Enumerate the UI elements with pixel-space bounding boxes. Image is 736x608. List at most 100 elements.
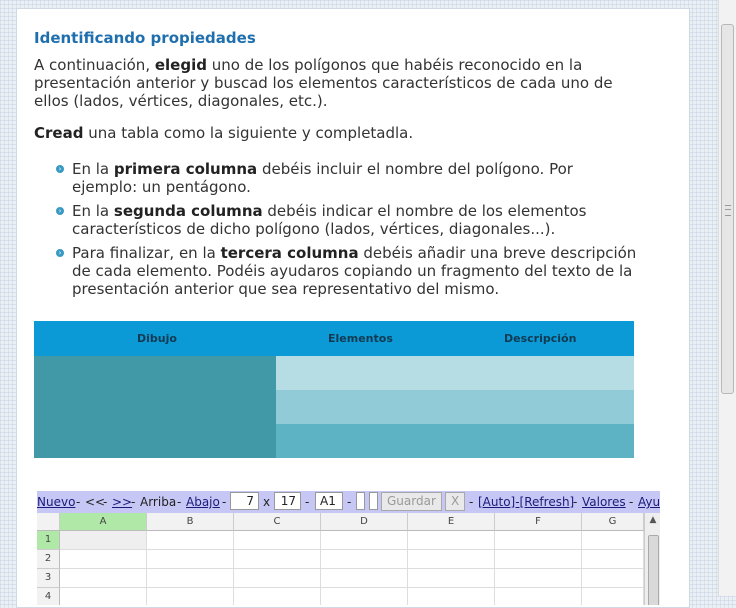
- grid-cell[interactable]: [582, 588, 644, 605]
- grid-cell[interactable]: [60, 569, 147, 588]
- bullet-bold: segunda columna: [113, 202, 263, 220]
- bullet-text-a: En la: [72, 202, 114, 220]
- arrow-circle-icon: ›: [56, 207, 64, 215]
- grid-cell[interactable]: [408, 588, 495, 605]
- grid-cell[interactable]: [234, 588, 321, 605]
- corner-cell: [37, 513, 60, 531]
- row-header-2[interactable]: 2: [37, 550, 60, 569]
- spreadsheet-grid: A B C D E F G 1 2 3 4 ▲: [37, 513, 660, 605]
- instruction-bold-cread: Cread: [34, 124, 84, 142]
- window-scrollbar[interactable]: [718, 0, 736, 596]
- grid-cell[interactable]: [147, 531, 234, 550]
- spreadsheet-toolbar: Nuevo - << - >> - Arriba - Abajo - 7 x 1…: [37, 491, 660, 513]
- cell-dibujo: [34, 356, 276, 458]
- column-header-b[interactable]: B: [147, 513, 234, 531]
- toolbar-separator: -: [629, 495, 634, 509]
- table-row: [276, 424, 634, 458]
- scroll-up-icon[interactable]: ▲: [645, 515, 660, 525]
- grid-cell[interactable]: [147, 588, 234, 605]
- window-scrollbar-thumb[interactable]: [721, 24, 734, 394]
- list-item: › En la primera columna debéis incluir e…: [54, 160, 639, 196]
- column-header-g[interactable]: G: [582, 513, 644, 531]
- grid-cell[interactable]: [408, 569, 495, 588]
- abajo-link[interactable]: Abajo: [186, 495, 220, 509]
- ayuda-link[interactable]: Ayu: [638, 495, 660, 509]
- grid-cell[interactable]: [234, 531, 321, 550]
- grid-cell[interactable]: [321, 588, 408, 605]
- column-header-e[interactable]: E: [408, 513, 495, 531]
- spreadsheet-widget: Nuevo - << - >> - Arriba - Abajo - 7 x 1…: [37, 491, 660, 605]
- column-header-c[interactable]: C: [234, 513, 321, 531]
- arrow-circle-icon: ›: [56, 249, 64, 257]
- rows-input[interactable]: 7: [230, 492, 259, 510]
- header-descripcion: Descripción: [504, 332, 577, 345]
- close-button[interactable]: X: [445, 492, 466, 511]
- column-header-f[interactable]: F: [495, 513, 582, 531]
- column-header-d[interactable]: D: [321, 513, 408, 531]
- grid-cell[interactable]: [582, 569, 644, 588]
- cols-input[interactable]: 17: [274, 492, 301, 510]
- grid-cell[interactable]: [147, 550, 234, 569]
- bullet-bold: primera columna: [113, 160, 258, 178]
- bullet-bold: tercera columna: [220, 244, 359, 262]
- grid-cell[interactable]: [495, 588, 582, 605]
- bullet-text-a: Para finalizar, en la: [72, 244, 221, 262]
- grid-cell[interactable]: [234, 550, 321, 569]
- grid-cell[interactable]: [408, 550, 495, 569]
- bullet-list: › En la primera columna debéis incluir e…: [54, 160, 639, 304]
- toolbar-separator: -: [177, 495, 182, 509]
- row-header-3[interactable]: 3: [37, 569, 60, 588]
- intro-text-a: A continuación,: [34, 56, 155, 74]
- header-dibujo: Dibujo: [137, 332, 177, 345]
- grid-cell[interactable]: [495, 550, 582, 569]
- header-elementos: Elementos: [328, 332, 393, 345]
- column-header-a[interactable]: A: [60, 513, 147, 531]
- value-input[interactable]: [369, 492, 378, 510]
- toolbar-separator: -: [347, 495, 352, 509]
- scrollbar-thumb[interactable]: [648, 535, 659, 605]
- example-table: Dibujo Elementos Descripción: [34, 321, 634, 458]
- example-table-header: Dibujo Elementos Descripción: [34, 321, 634, 356]
- intro-paragraph: A continuación, elegid uno de los polígo…: [34, 56, 634, 110]
- table-row: [276, 390, 634, 424]
- grid-cell[interactable]: [60, 550, 147, 569]
- intro-bold-elegid: elegid: [154, 56, 207, 74]
- toolbar-separator: -: [573, 495, 578, 509]
- formula-input[interactable]: [356, 492, 365, 510]
- grid-cell[interactable]: [321, 531, 408, 550]
- valores-link[interactable]: Valores: [582, 495, 626, 509]
- grid-cell[interactable]: [408, 531, 495, 550]
- toolbar-separator: -: [469, 495, 474, 509]
- grid-cell[interactable]: [321, 550, 408, 569]
- instruction-paragraph: Cread una tabla como la siguiente y comp…: [34, 124, 634, 142]
- nuevo-link[interactable]: Nuevo: [37, 495, 75, 509]
- grid-cell[interactable]: [147, 569, 234, 588]
- cell-a1[interactable]: [60, 531, 147, 550]
- grid-cell[interactable]: [582, 531, 644, 550]
- grid-cell[interactable]: [495, 531, 582, 550]
- row-header-4[interactable]: 4: [37, 588, 60, 605]
- grid-cell[interactable]: [495, 569, 582, 588]
- toolbar-separator: -: [76, 495, 81, 509]
- toolbar-separator: -: [305, 495, 310, 509]
- row-header-1[interactable]: 1: [37, 531, 60, 550]
- spreadsheet-scrollbar[interactable]: ▲: [644, 513, 660, 605]
- cell-ref-input[interactable]: A1: [315, 492, 343, 510]
- toolbar-separator: -: [222, 495, 227, 509]
- guardar-button[interactable]: Guardar: [381, 492, 442, 511]
- grid-cell[interactable]: [321, 569, 408, 588]
- toolbar-separator: -: [103, 495, 108, 509]
- content-page: Identificando propiedades A continuación…: [16, 8, 690, 608]
- table-row: [276, 356, 634, 390]
- auto-refresh-link[interactable]: [Auto]-[Refresh]: [478, 495, 574, 509]
- bullet-text-a: En la: [72, 160, 114, 178]
- grip-icon: [725, 205, 731, 216]
- list-item: › En la segunda columna debéis indicar e…: [54, 202, 639, 238]
- next-link[interactable]: >>: [112, 495, 132, 509]
- arriba-button[interactable]: Arriba: [140, 495, 176, 509]
- grid-cell[interactable]: [234, 569, 321, 588]
- grid-cell[interactable]: [582, 550, 644, 569]
- instruction-text: una tabla como la siguiente y completadl…: [83, 124, 414, 142]
- times-label: x: [263, 495, 271, 509]
- grid-cell[interactable]: [60, 588, 147, 605]
